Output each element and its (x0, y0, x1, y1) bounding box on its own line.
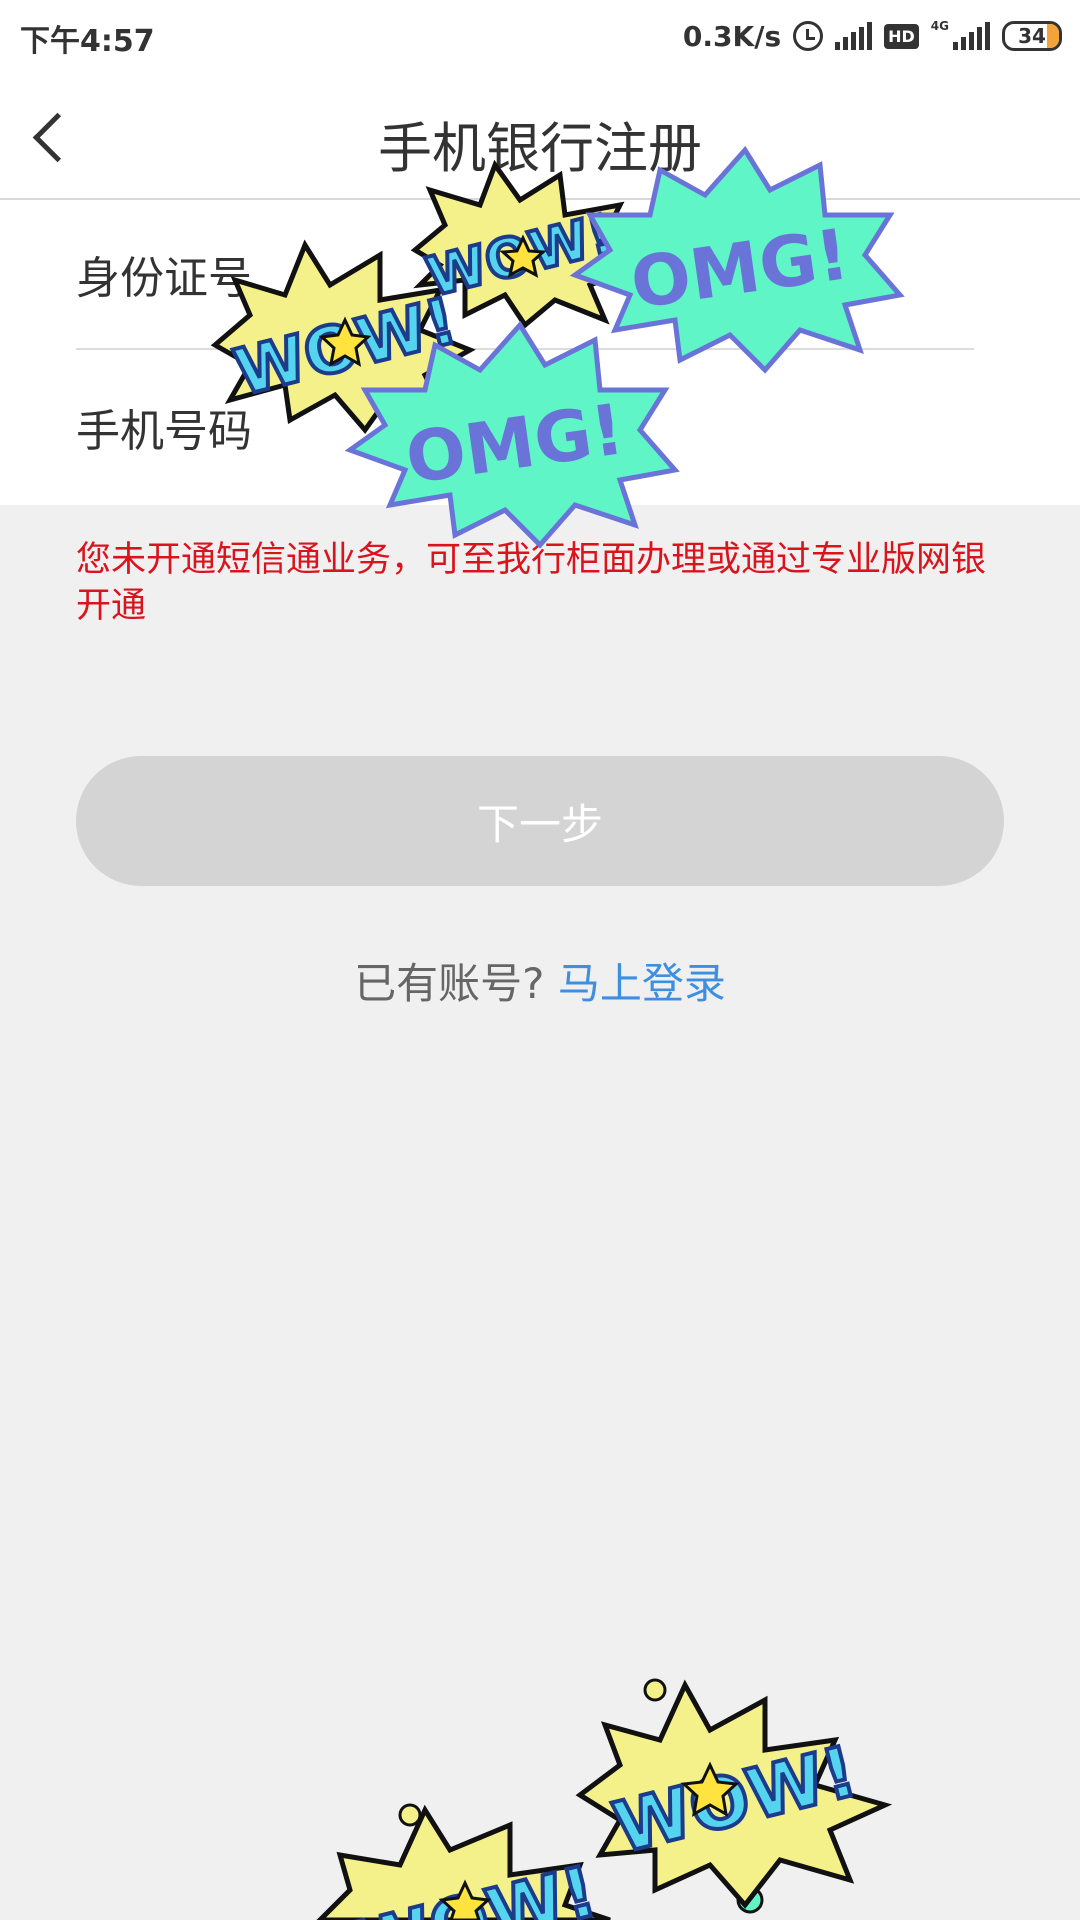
status-time: 下午4:57 (20, 24, 155, 59)
sms-warning-message: 您未开通短信通业务，可至我行柜面办理或通过专业版网银开通 (76, 540, 987, 626)
alarm-icon (793, 21, 824, 51)
battery-level: 34 (1018, 24, 1046, 48)
hd-badge: HD (884, 23, 919, 49)
battery-icon: 34 (1002, 21, 1062, 51)
omg-sticker: OMG! (344, 320, 680, 549)
login-prompt: 已有账号? 马上登录 (0, 950, 1080, 1011)
net-speed: 0.3K/s (682, 19, 782, 53)
status-icons: 0.3K/s HD 4G 34 (683, 16, 1062, 56)
signal-icon-2 (953, 22, 990, 50)
login-link[interactable]: 马上登录 (558, 959, 726, 1008)
network-type: 4G (930, 19, 949, 33)
login-question: 已有账号? (354, 959, 545, 1008)
signal-icon (835, 22, 873, 50)
next-step-button[interactable]: 下一步 (76, 756, 1004, 886)
status-bar: 下午4:57 0.3K/s HD 4G 34 (0, 0, 1080, 72)
wow-sticker: WOW! (316, 1803, 611, 1920)
